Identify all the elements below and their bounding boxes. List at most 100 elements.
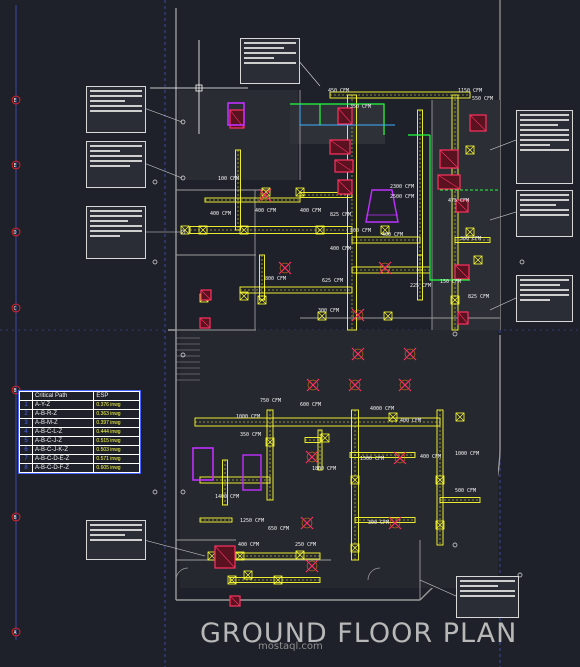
row-index: 1: [19, 400, 33, 410]
cfm-label: 300 CFM: [368, 520, 389, 526]
thermostat: [519, 259, 525, 265]
cfm-label: 625 CFM: [322, 278, 343, 284]
cad-canvas[interactable]: E E D C B B A 450 CFM 350 CFM 1150 CFM 550 CFM 100 …: [0, 0, 580, 667]
cfm-label: 350 CFM: [350, 104, 371, 110]
row-path: A-B-R-Z: [31, 409, 95, 419]
cfm-label: 100 CFM: [218, 176, 239, 182]
table-row: 6 A-B-C-J-K-Z 0.503 inwg: [19, 445, 140, 455]
row-esp: 0.605 inwg: [93, 463, 140, 473]
cfm-label: 450 CFM: [328, 88, 349, 94]
row-path: A-B-C-D-E-Z: [31, 454, 95, 464]
row-path: A-B-M-Z: [31, 418, 95, 428]
row-esp: 0.376 inwg: [93, 400, 140, 410]
cfm-label: 1150 CFM: [458, 88, 482, 94]
cfm-label: 1000 CFM: [236, 414, 260, 420]
service-room: [432, 100, 500, 330]
table-row: 4 A-B-C-L-Z 0.444 inwg: [19, 427, 140, 437]
critical-path-table: Critical Path ESP 1 A-Y-Z 0.376 inwg 2 A-B-…: [18, 390, 141, 474]
leader-line: [297, 59, 321, 87]
table-header-path: Critical Path: [31, 391, 95, 401]
cfm-label: 2500 CFM: [390, 194, 414, 200]
cfm-label: 600 CFM: [300, 402, 321, 408]
row-index: 4: [19, 427, 33, 437]
grid-label: A: [14, 630, 17, 636]
table-row: 1 A-Y-Z 0.376 inwg: [19, 400, 140, 410]
thermostat: [152, 489, 158, 495]
grid-label: C: [14, 306, 17, 312]
cfm-label: 400 CFM: [382, 232, 403, 238]
cfm-label: 1250 CFM: [240, 518, 264, 524]
cfm-label: 4000 CFM: [370, 406, 394, 412]
row-index: 7: [19, 454, 33, 464]
row-path: A-Y-Z: [31, 400, 95, 410]
table-row: 2 A-B-R-Z 0.363 inwg: [19, 409, 140, 419]
drawing-title: GROUND FLOOR PLAN: [200, 618, 518, 649]
cfm-label: 825 CFM: [330, 212, 351, 218]
row-path: A-B-C-L-Z: [31, 427, 95, 437]
note-box: [456, 576, 519, 618]
cfm-label: 800 CFM: [265, 276, 286, 282]
cfm-label: 300 CFM: [350, 228, 371, 234]
thermostat: [152, 259, 158, 265]
grid-label: E: [14, 163, 17, 169]
watermark: mostaql.com: [258, 641, 323, 652]
table-header-esp: ESP: [93, 391, 140, 401]
row-index: 5: [19, 436, 33, 446]
note-box: [86, 141, 146, 188]
row-index: 6: [19, 445, 33, 455]
row-path: A-B-C-J-K-Z: [31, 445, 95, 455]
cfm-label: 400 CFM: [400, 418, 421, 424]
cfm-label: 350 CFM: [240, 432, 261, 438]
cfm-label: 475 CFM: [448, 198, 469, 204]
note-box: [240, 38, 300, 84]
table-row: 5 A-B-C-J-Z 0.515 inwg: [19, 436, 140, 446]
row-esp: 0.571 inwg: [93, 454, 140, 464]
cfm-label: 1400 CFM: [215, 494, 239, 500]
table-row: 7 A-B-C-D-E-Z 0.571 inwg: [19, 454, 140, 464]
cfm-label: 150 CFM: [440, 279, 461, 285]
cfm-label: 400 CFM: [420, 454, 441, 460]
note-box: [86, 86, 146, 133]
cfm-label: 1800 CFM: [312, 466, 336, 472]
note-box: [516, 110, 573, 184]
row-esp: 0.397 inwg: [93, 418, 140, 428]
cfm-label: 550 CFM: [472, 96, 493, 102]
cfm-label: 400 CFM: [300, 208, 321, 214]
duct-run: [417, 254, 423, 301]
grid-label: B: [14, 388, 17, 394]
cfm-label: 650 CFM: [268, 526, 289, 532]
row-esp: 0.363 inwg: [93, 409, 140, 419]
row-path: A-B-C-J-Z: [31, 436, 95, 446]
table-header-index: [19, 391, 33, 401]
cfm-label: 225 CFM: [410, 283, 431, 289]
cfm-label: 750 CFM: [260, 398, 281, 404]
note-box: [86, 520, 146, 560]
cfm-label: 300 CFM: [460, 236, 481, 242]
thermostat: [152, 179, 158, 185]
table-header-row: Critical Path ESP: [19, 391, 140, 401]
grid-label: D: [14, 230, 17, 236]
cfm-label: 825 CFM: [468, 294, 489, 300]
note-box: [516, 275, 573, 322]
cfm-label: 400 CFM: [238, 542, 259, 548]
cfm-label: 2300 CFM: [390, 184, 414, 190]
cfm-label: 500 CFM: [455, 488, 476, 494]
note-box: [516, 190, 573, 237]
cfm-label: 250 CFM: [295, 542, 316, 548]
row-index: 3: [19, 418, 33, 428]
grid-label: E: [14, 98, 17, 104]
row-index: 8: [19, 463, 33, 473]
row-esp: 0.503 inwg: [93, 445, 140, 455]
row-esp: 0.515 inwg: [93, 436, 140, 446]
cfm-label: 400 CFM: [255, 208, 276, 214]
row-esp: 0.444 inwg: [93, 427, 140, 437]
cfm-label: 300 CFM: [318, 308, 339, 314]
cfm-label: 1000 CFM: [455, 451, 479, 457]
cfm-label: 400 CFM: [330, 246, 351, 252]
table-row: 8 A-B-C-D-F-Z 0.605 inwg: [19, 463, 140, 473]
note-box: [86, 206, 146, 259]
cfm-label: 1500 CFM: [360, 456, 384, 462]
cfm-label: 400 CFM: [210, 211, 231, 217]
table-row: 3 A-B-M-Z 0.397 inwg: [19, 418, 140, 428]
grid-label: B: [14, 515, 17, 521]
